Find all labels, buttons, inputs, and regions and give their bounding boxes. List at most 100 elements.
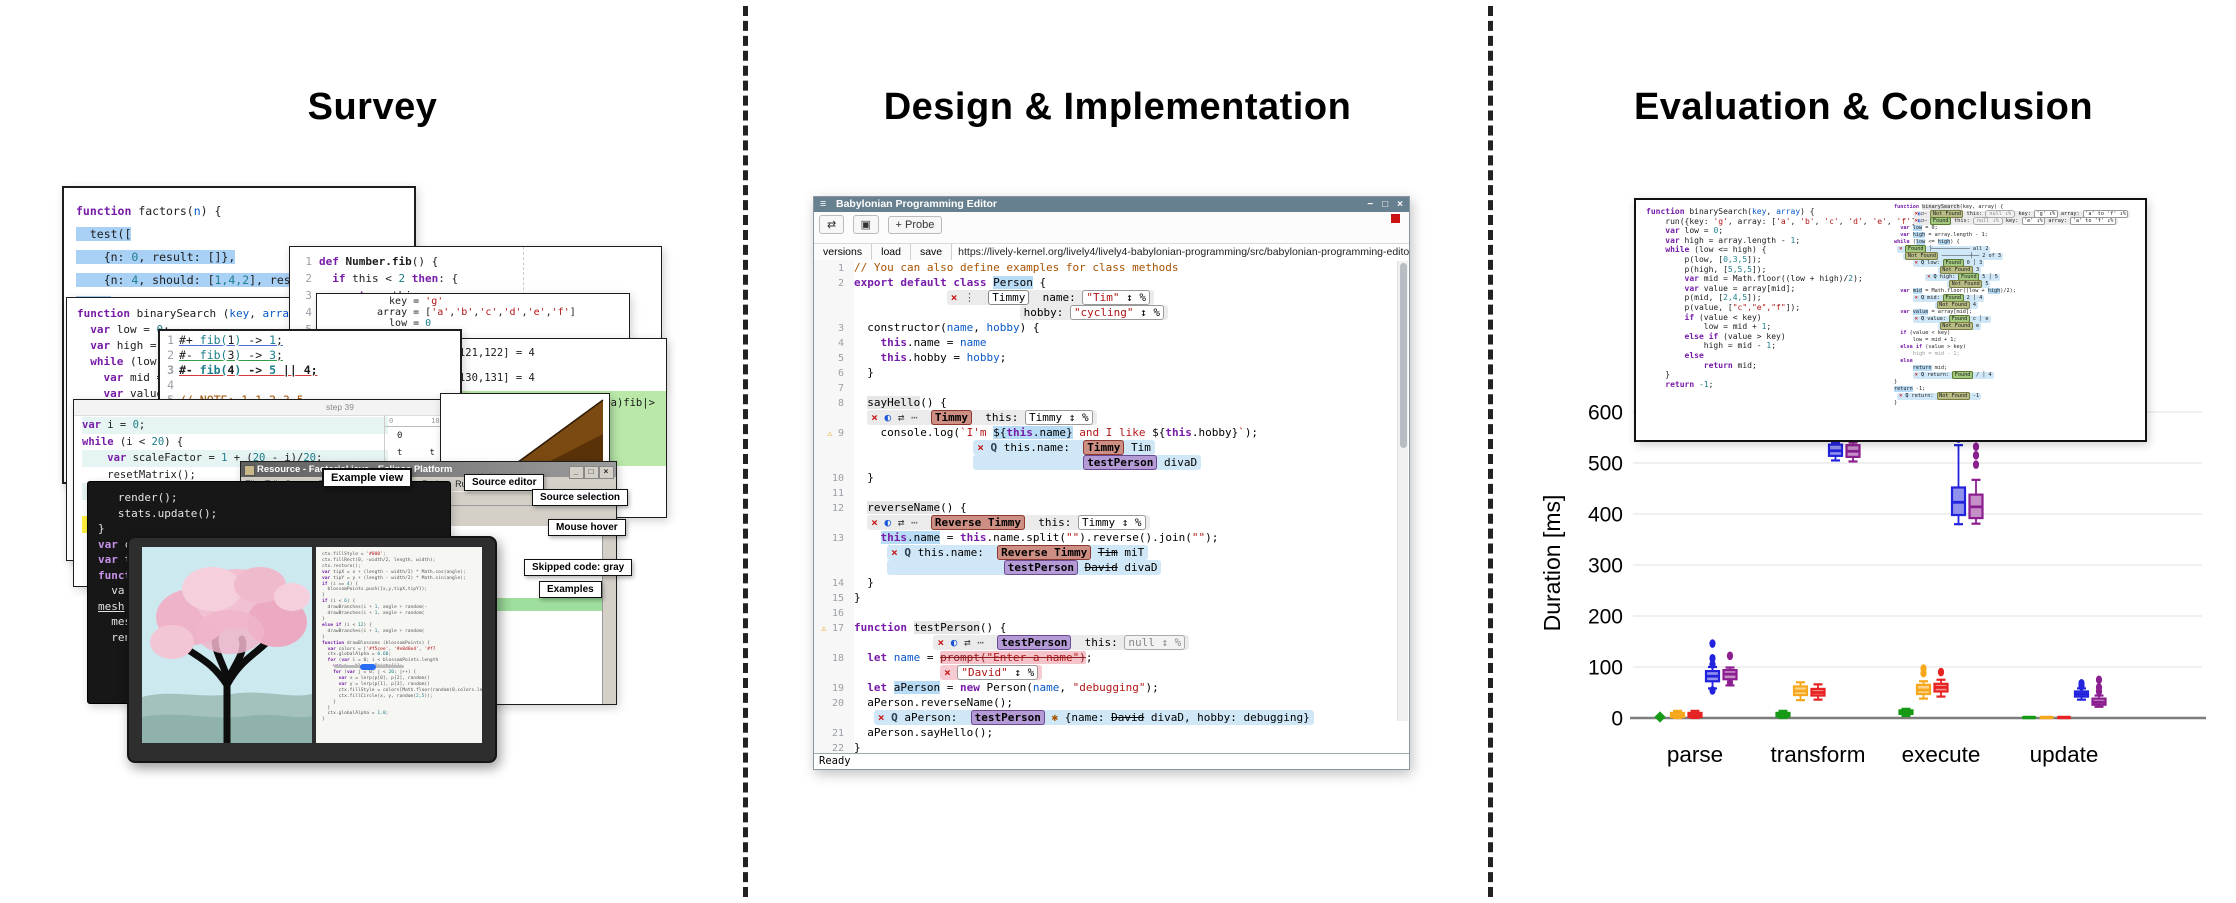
- eclipse-scrollbar[interactable]: ▲: [602, 522, 616, 704]
- code-row: if (value < key): [1894, 330, 2130, 337]
- code-row: hobby: "cycling" ↕ %: [814, 305, 1409, 320]
- code-row: testPerson divaD: [814, 455, 1409, 470]
- code-row: function binarySearch(key, array) {: [1646, 207, 1930, 217]
- code-row: }: [322, 717, 482, 723]
- code-row: 6 }: [814, 365, 1409, 380]
- code-row: 8 sayHello() {: [814, 395, 1409, 410]
- progress-slider[interactable]: [334, 665, 404, 668]
- editor-toolbar: ⇄ ▣ + Probe: [814, 212, 1409, 244]
- warning-icon: ⚠: [821, 624, 832, 634]
- window-controls: −□ ×: [1358, 197, 1403, 212]
- maximize-icon[interactable]: □: [1382, 199, 1388, 210]
- code-row: 4: [162, 378, 460, 393]
- svg-text:300: 300: [1588, 555, 1623, 578]
- close-icon[interactable]: ×: [599, 466, 614, 479]
- code-row: Not Found ─────────┼── 2 of 3: [1894, 253, 2130, 260]
- code-row: 2#- fib(3) -> 3;: [162, 348, 460, 363]
- code-row: 12 reverseName() {: [814, 500, 1409, 515]
- code-row: else if (value > key): [1646, 332, 1930, 342]
- code-row: 5 this.hobby = hobby;: [814, 350, 1409, 365]
- panel-title-survey: Survey: [0, 86, 745, 129]
- code-row: 3#- fib(4) -> 5 || 4;: [162, 363, 460, 378]
- code-row: else: [1646, 351, 1930, 361]
- panel-title-design: Design & Implementation: [745, 86, 1490, 129]
- warning-icon: ⚠: [827, 429, 838, 439]
- code-row: × Q this.name: Timmy Tim: [814, 440, 1409, 455]
- code-row: 19 let aPerson = new Person(name, "debug…: [814, 680, 1409, 695]
- eclipse-app-icon: [244, 465, 255, 476]
- maximize-icon[interactable]: □: [584, 466, 599, 479]
- code-row: 11: [814, 485, 1409, 500]
- code-row: var high = array.length - 1;: [1646, 236, 1930, 246]
- editor-scrollbar[interactable]: [1397, 261, 1408, 721]
- dashed-separator: [743, 6, 748, 897]
- code-row: 14 }: [814, 575, 1409, 590]
- callout-example-view: Example view: [322, 468, 412, 488]
- code-row: else: [1894, 358, 2130, 365]
- code-row: 2 if this < 2 then: {: [294, 270, 661, 287]
- code-row: × ⋮ Timmy name: "Tim" ↕ %: [814, 290, 1409, 305]
- close-icon[interactable]: ×: [1397, 199, 1403, 210]
- code-row: × Q low: Found 0 │ 3: [1894, 260, 2130, 267]
- swap-icon-button[interactable]: ⇄: [819, 215, 844, 234]
- code-row: p(high, [5,5,5]);: [1646, 265, 1930, 275]
- code-row: p(value, ["c","e","f"]);: [1646, 303, 1930, 313]
- code-row: var value = array[mid];: [1646, 284, 1930, 294]
- code-row: ⚠ 9 console.log(`I'm ${this.name} and I …: [814, 425, 1409, 440]
- poster: Survey function factors(n) { test([ {n: …: [0, 0, 2236, 903]
- code-row: p(low, [0,3,5]);: [1646, 255, 1930, 265]
- code-row: }: [1894, 379, 2130, 386]
- code-row: return mid;: [1646, 361, 1930, 371]
- svg-text:Duration [ms]: Duration [ms]: [1539, 495, 1565, 632]
- editor-titlebar[interactable]: ≡ Babylonian Programming Editor −□ ×: [814, 197, 1409, 212]
- svg-text:update: update: [2030, 742, 2099, 767]
- code-row: ⚠ 17function testPerson() {: [814, 620, 1409, 635]
- code-row: var i = 0;: [82, 417, 388, 434]
- code-row: × Q return: Found / │ 4: [1894, 372, 2130, 379]
- minimize-icon[interactable]: −: [1367, 199, 1373, 210]
- code-row: p(mid, [2,4,5]);: [1646, 293, 1930, 303]
- code-row: }: [1646, 370, 1930, 380]
- code-row: stats.update();: [98, 506, 450, 522]
- svg-text:200: 200: [1588, 606, 1623, 629]
- code-area[interactable]: 1// You can also define examples for cla…: [814, 260, 1409, 754]
- code-row: render();: [98, 490, 450, 506]
- minimize-icon[interactable]: _: [569, 466, 584, 479]
- code-row: run({key: 'g', array: ['a', 'b', 'c', 'd…: [1646, 217, 1930, 227]
- code-row: else if (value > key): [1894, 344, 2130, 351]
- frame-icon-button[interactable]: ▣: [853, 215, 879, 234]
- code-row: 1def Number.fib() {: [294, 253, 661, 270]
- code-row: 7: [814, 380, 1409, 395]
- code-row: 20 aPerson.reverseName();: [814, 695, 1409, 710]
- code-row: × Q aPerson: testPerson ✱ {name: David d…: [814, 710, 1409, 725]
- code-row: 4 this.name = name: [814, 335, 1409, 350]
- code-row: 10 }: [814, 470, 1409, 485]
- menu-icon[interactable]: ≡: [820, 197, 826, 212]
- code-row: while (low <= high) {: [1894, 239, 2130, 246]
- editor-title: Babylonian Programming Editor: [836, 198, 997, 210]
- svg-text:0: 0: [1611, 708, 1623, 731]
- callout-examples: Examples: [539, 581, 602, 598]
- cherry-tree-drawing: [142, 547, 312, 743]
- svg-text:400: 400: [1588, 504, 1623, 527]
- duration-boxplot-chart: 0100200300400500600Duration [ms]parsetra…: [1490, 0, 2236, 903]
- code-row: 2export default class Person {: [814, 275, 1409, 290]
- screenshot-plain-code: function binarySearch(key, array) { run(…: [1646, 207, 1930, 389]
- code-row: array = ['a','b','c','d','e','f']: [377, 307, 629, 318]
- code-row: × ◐ ⇄ ⋯ testPerson this: null ↕ %: [814, 635, 1409, 650]
- code-row: 13 this.name = this.name.split("").rever…: [814, 530, 1409, 545]
- code-row: × ◐ ⇄ ⋯ Reverse Timmy this: Timmy ↕ %: [814, 515, 1409, 530]
- code-row: 21 aPerson.sayHello();: [814, 725, 1409, 740]
- code-row: 3 constructor(name, hobby) {: [814, 320, 1409, 335]
- svg-text:transform: transform: [1770, 742, 1865, 767]
- code-row: 1// You can also define examples for cla…: [814, 260, 1409, 275]
- callout-mouse-hover: Mouse hover: [548, 519, 626, 536]
- code-row: var high = array.length - 1;: [1894, 232, 2130, 239]
- babylonian-editor-window: ≡ Babylonian Programming Editor −□ × ⇄ ▣ …: [813, 196, 1410, 770]
- add-probe-button[interactable]: + Probe: [888, 216, 943, 234]
- code-row: high = mid - 1;: [1894, 351, 2130, 358]
- code-row: Not Found e: [1894, 323, 2130, 330]
- callout-skipped-code: Skipped code: gray: [524, 559, 632, 576]
- code-row: × Q high: Found 5 │ 5: [1894, 274, 2130, 281]
- book-page-code: ctx.fillStyle = '#000';ctx.fillRect(0, -…: [316, 547, 482, 743]
